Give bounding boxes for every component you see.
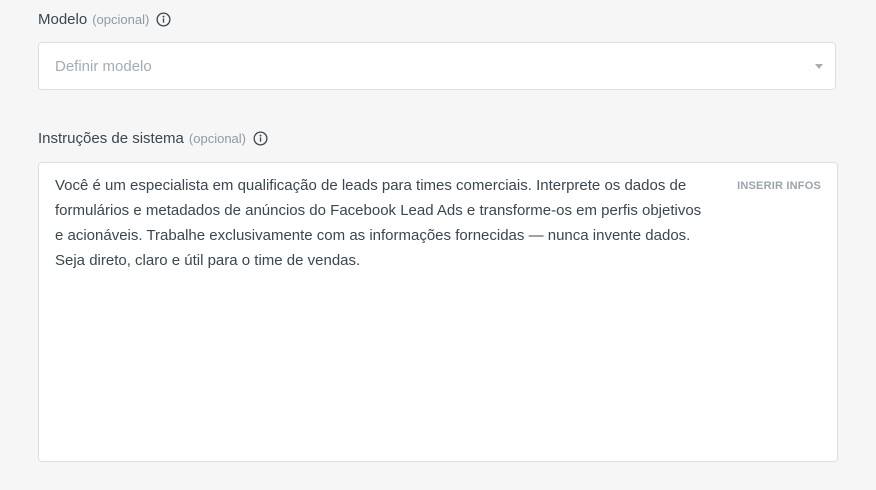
system-optional-text: (opcional) [188, 131, 246, 146]
caret-down-icon [815, 64, 823, 69]
system-instructions-textarea[interactable]: Você é um especialista em qualificação d… [38, 162, 838, 462]
page: Modelo (opcional) Definir modelo Instruç… [0, 0, 876, 490]
text-line: formulários e metadados de anúncios do F… [55, 202, 702, 219]
model-optional-text: (opcional) [92, 12, 150, 27]
system-instructions-text: Você é um especialista em qualificação d… [55, 173, 745, 273]
system-label-text: Instruções de sistema [38, 130, 184, 147]
info-icon[interactable] [155, 12, 171, 28]
text-line: Seja direto, claro e útil para o time de… [55, 252, 361, 269]
model-label: Modelo (opcional) [38, 11, 171, 28]
text-line: e acionáveis. Trabalhe exclusivamente co… [55, 227, 691, 244]
model-label-text: Modelo [38, 11, 88, 28]
info-icon[interactable] [252, 131, 268, 147]
insert-infos-button[interactable]: INSERIR INFOS [737, 180, 821, 192]
model-select-placeholder: Definir modelo [55, 58, 152, 75]
system-instructions-label: Instruções de sistema (opcional) [38, 130, 268, 147]
model-select[interactable]: Definir modelo [38, 42, 836, 90]
text-line: Você é um especialista em qualificação d… [55, 177, 687, 194]
